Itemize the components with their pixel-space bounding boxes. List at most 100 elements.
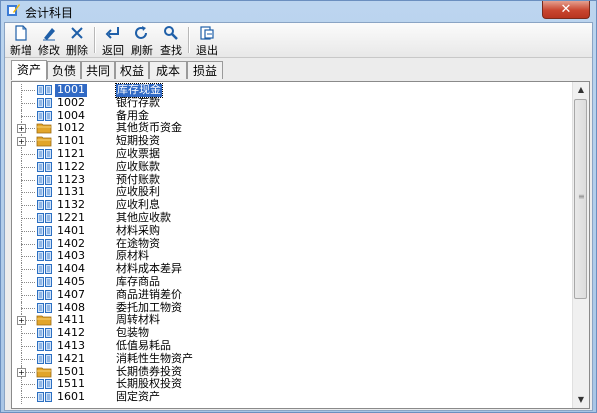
expand-plus-icon[interactable]: + <box>17 367 26 377</box>
refresh-button[interactable]: 刷新 <box>127 25 157 57</box>
back-label: 返回 <box>102 44 124 57</box>
delete-button[interactable]: 删除 <box>62 25 92 57</box>
account-name: 消耗性生物资产 <box>116 351 193 365</box>
find-button[interactable]: 查找 <box>156 25 186 57</box>
tree-row[interactable]: 1122 应收账款 <box>12 159 572 174</box>
expand-plus-icon[interactable]: + <box>17 137 26 147</box>
tree-row[interactable]: 1402 在途物资 <box>12 237 572 251</box>
close-button[interactable]: ✕ <box>542 1 590 19</box>
book-icon <box>36 302 53 314</box>
tree-row[interactable]: 1413 低值易耗品 <box>12 338 572 353</box>
edit-label: 修改 <box>38 44 60 57</box>
tree-guide <box>21 384 35 386</box>
scroll-down-icon[interactable]: ▼ <box>573 392 589 408</box>
account-name: 应收账款 <box>116 159 160 173</box>
tree-row[interactable]: 1421 消耗性生物资产 <box>12 351 572 366</box>
scroll-thumb[interactable]: ≡ <box>574 99 587 299</box>
tab-common[interactable]: 共同 <box>81 61 115 79</box>
tree-row[interactable]: 1221 其他应收款 <box>12 210 572 225</box>
tree-guide <box>21 230 35 232</box>
book-icon <box>36 161 53 173</box>
tree-row[interactable]: 1004 备用金 <box>12 109 572 123</box>
tree-guide <box>21 345 35 347</box>
tab-cost[interactable]: 成本 <box>149 61 187 79</box>
account-tree[interactable]: 1001 库存现金 1002 银行存款 1004 备用金 +1012 其他货币资金 +1101 短… <box>11 81 590 409</box>
folder-icon <box>36 122 53 134</box>
account-code: 1405 <box>57 274 85 288</box>
account-code: 1121 <box>57 146 85 160</box>
tree-row[interactable]: 1404 材料成本差异 <box>12 262 572 276</box>
tree-row[interactable]: 1131 应收股利 <box>12 186 572 200</box>
tree-row[interactable]: +1012 其他货币资金 <box>12 122 572 136</box>
account-name: 其他应收款 <box>116 210 171 224</box>
expand-plus-icon[interactable]: + <box>17 124 26 134</box>
refresh-icon <box>135 26 147 39</box>
book-icon <box>36 276 53 288</box>
account-code: 1401 <box>57 223 85 237</box>
book-icon <box>36 199 53 211</box>
tree-row[interactable]: +1501 长期债券投资 <box>12 365 572 379</box>
tree-guide <box>21 333 35 335</box>
tree-row[interactable]: 1002 银行存款 <box>12 96 572 110</box>
tree-guide <box>21 179 35 181</box>
client-area: 新增 修改 删除 返回 刷新 查找 退出 资产 负债 共同 权益 成本 损益 1… <box>4 22 593 411</box>
tree-row[interactable]: 1401 材料采购 <box>12 223 572 238</box>
account-name: 低值易耗品 <box>116 338 171 352</box>
tree-row[interactable]: 1601 固定资产 <box>12 390 572 404</box>
account-code: 1221 <box>57 210 85 224</box>
edit-button[interactable]: 修改 <box>34 25 64 57</box>
tree-row[interactable]: 1121 应收票据 <box>12 146 572 161</box>
tree-guide <box>21 294 35 296</box>
book-icon <box>36 212 53 224</box>
folder-icon <box>36 314 53 326</box>
expand-plus-icon[interactable]: + <box>17 316 26 326</box>
magnifier-icon <box>164 26 178 40</box>
tree-row[interactable]: +1411 周转材料 <box>12 314 572 328</box>
book-icon <box>36 174 53 186</box>
account-name: 商品进销差价 <box>116 287 182 301</box>
exit-label: 退出 <box>196 44 218 57</box>
back-button[interactable]: 返回 <box>98 25 128 57</box>
refresh-label: 刷新 <box>131 44 153 57</box>
scroll-up-icon[interactable]: ▲ <box>573 82 589 98</box>
tree-row[interactable]: 1408 委托加工物资 <box>12 301 572 315</box>
tree-guide <box>21 90 35 91</box>
tab-assets[interactable]: 资产 <box>11 60 47 80</box>
account-code: 1601 <box>57 390 85 404</box>
book-icon <box>36 97 53 109</box>
vertical-scrollbar[interactable]: ▲ ≡ ▼ <box>572 82 589 408</box>
tree-guide <box>21 256 35 258</box>
toolbar-separator <box>188 27 190 53</box>
tree-row[interactable]: 1405 库存商品 <box>12 274 572 289</box>
exit-button[interactable]: 退出 <box>192 25 222 57</box>
tree-row[interactable]: 1403 原材料 <box>12 250 572 264</box>
book-icon <box>36 391 53 403</box>
tree-guide <box>21 243 35 245</box>
book-icon <box>36 186 53 198</box>
toolbar: 新增 修改 删除 返回 刷新 查找 退出 <box>5 23 592 58</box>
tree-row[interactable]: 1001 库存现金 <box>12 83 572 98</box>
tab-equity[interactable]: 权益 <box>115 61 149 79</box>
tree-rows: 1001 库存现金 1002 银行存款 1004 备用金 +1012 其他货币资金 +1101 短… <box>12 83 572 404</box>
app-icon <box>7 4 20 16</box>
delete-label: 删除 <box>66 44 88 57</box>
tree-row[interactable]: 1412 包装物 <box>12 326 572 340</box>
book-icon <box>36 353 53 365</box>
account-name: 库存现金 <box>115 83 163 98</box>
tree-row[interactable]: 1407 商品进销差价 <box>12 287 572 302</box>
new-button[interactable]: 新增 <box>6 25 36 57</box>
tree-row[interactable]: +1101 短期投资 <box>12 134 572 148</box>
account-code: 1421 <box>57 351 85 365</box>
tab-profit-loss[interactable]: 损益 <box>187 61 223 79</box>
title-bar[interactable]: 会计科目 ✕ <box>1 1 596 21</box>
tree-guide <box>21 281 35 283</box>
tree-guide <box>21 217 35 219</box>
account-name: 库存商品 <box>116 274 160 288</box>
tab-liabilities[interactable]: 负债 <box>47 61 81 79</box>
tree-row[interactable]: 1123 预付账款 <box>12 173 572 187</box>
book-icon <box>36 84 53 96</box>
tree-row[interactable]: 1511 长期股权投资 <box>12 378 572 392</box>
tree-row[interactable]: 1132 应收利息 <box>12 198 572 212</box>
delete-x-icon <box>71 27 83 39</box>
folder-icon <box>36 366 53 378</box>
